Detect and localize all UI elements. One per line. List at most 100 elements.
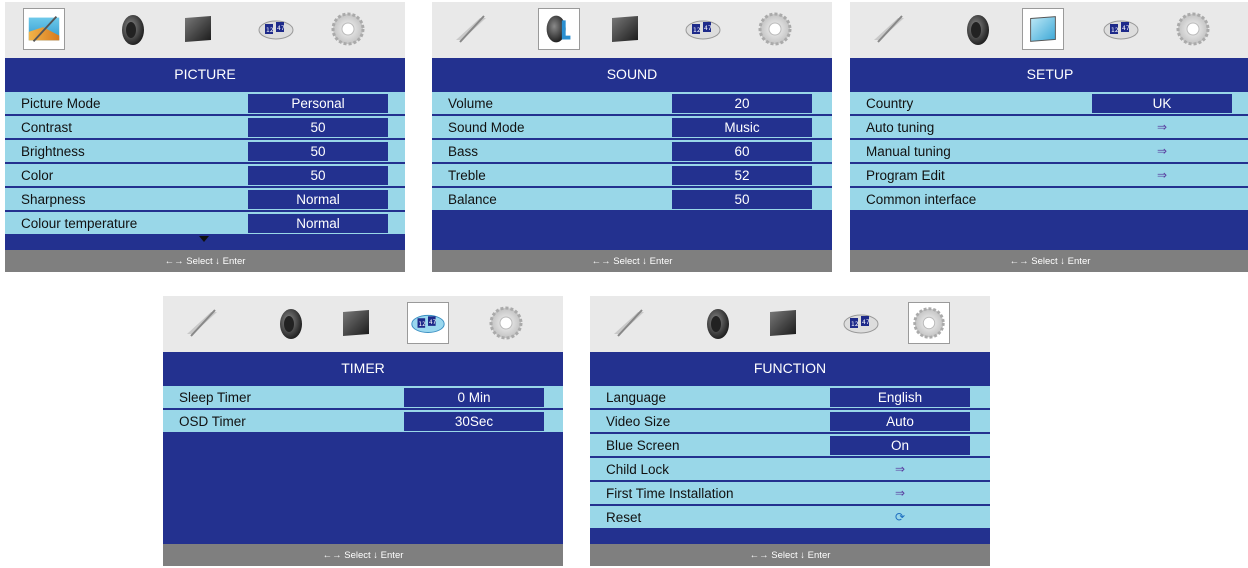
row-label: Auto tuning [866,120,935,135]
arrow-right-icon: ⇒ [894,486,906,500]
footer-hint: ←→ Select ↓ Enter [5,250,405,272]
menu-row-reset[interactable]: Reset ⟳ [590,506,990,528]
row-value: On [830,436,970,455]
timer-icon[interactable]: 12 47 [682,8,724,50]
menu-icon-bar: 12 47 [432,2,832,58]
monitor-icon[interactable] [604,8,646,50]
gear-icon[interactable] [754,8,796,50]
menu-title: SOUND [606,66,658,82]
menu-row-osd-timer[interactable]: OSD Timer 30Sec [163,410,563,432]
arrow-right-icon: ⇒ [1156,144,1168,158]
footer-hint: ←→ Select ↓ Enter [590,544,990,566]
arrow-right-icon: ⇒ [894,462,906,476]
menu-row-auto-tuning[interactable]: Auto tuning ⇒ [850,116,1248,138]
menu-title: SETUP [1026,66,1074,82]
gear-icon[interactable] [1172,8,1214,50]
monitor-icon[interactable] [335,302,377,344]
menu-row-common-interface[interactable]: Common interface [850,188,1248,210]
timer-icon[interactable]: 12 47 [840,302,882,344]
monitor-icon[interactable] [762,302,804,344]
scroll-down-indicator[interactable] [199,236,209,242]
menu-row-brightness[interactable]: Brightness 50 [5,140,405,162]
menu-row-manual-tuning[interactable]: Manual tuning ⇒ [850,140,1248,162]
footer-hint: ←→ Select ↓ Enter [432,250,832,272]
row-label: Contrast [21,120,73,135]
timer-icon[interactable]: 12 47 [1100,8,1142,50]
row-label: Picture Mode [21,96,101,111]
svg-text:47: 47 [1122,25,1130,32]
reset-icon: ⟳ [894,510,906,524]
svg-text:47: 47 [862,319,870,326]
sound-menu-panel: 12 47 SOUND Volume 20 Sound Mode Music Bass… [432,2,832,272]
menu-row-country[interactable]: Country UK [850,92,1248,114]
row-label: Child Lock [606,462,670,477]
footer-hint: ←→ Select ↓ Enter [850,250,1248,272]
row-label: Treble [448,168,486,183]
row-value: Normal [248,214,388,233]
svg-text:47: 47 [277,25,285,32]
speaker-icon[interactable] [538,8,580,50]
row-value: 52 [672,166,812,185]
speaker-icon[interactable] [111,8,153,50]
svg-text:47: 47 [704,25,712,32]
arrow-right-icon: ⇒ [1156,168,1168,182]
svg-text:47: 47 [429,320,437,326]
menu-row-treble[interactable]: Treble 52 [432,164,832,186]
menu-icon-bar: 12 47 [850,2,1248,58]
speaker-icon[interactable] [956,8,998,50]
menu-row-sound-mode[interactable]: Sound Mode Music [432,116,832,138]
menu-title: TIMER [341,360,385,376]
row-label: Brightness [21,144,85,159]
picture-icon[interactable] [181,302,223,344]
row-label: Volume [448,96,494,111]
menu-icon-bar: 12 47 [5,2,405,58]
row-label: Color [21,168,54,183]
menu-row-sharpness[interactable]: Sharpness Normal [5,188,405,210]
monitor-icon[interactable] [177,8,219,50]
svg-text:12: 12 [851,321,859,328]
row-label: Sleep Timer [179,390,252,405]
row-label: Blue Screen [606,438,680,453]
monitor-icon[interactable] [1022,8,1064,50]
menu-row-colour-temperature[interactable]: Colour temperature Normal [5,212,405,234]
menu-row-volume[interactable]: Volume 20 [432,92,832,114]
picture-icon[interactable] [608,302,650,344]
row-value: English [830,388,970,407]
row-value: 50 [672,190,812,209]
row-label: Colour temperature [21,216,138,231]
row-label: First Time Installation [606,486,734,501]
row-value: 50 [248,166,388,185]
timer-icon[interactable]: 12 47 [407,302,449,344]
gear-icon[interactable] [327,8,369,50]
svg-text:12: 12 [418,322,426,328]
menu-row-first-time-installation[interactable]: First Time Installation ⇒ [590,482,990,504]
timer-icon[interactable]: 12 47 [255,8,297,50]
menu-row-program-edit[interactable]: Program Edit ⇒ [850,164,1248,186]
picture-menu-panel: 12 47 PICTURE Picture Mode Personal Contra… [5,2,405,272]
row-label: Country [866,96,914,111]
menu-row-bass[interactable]: Bass 60 [432,140,832,162]
speaker-icon[interactable] [696,302,738,344]
menu-title: FUNCTION [753,360,827,376]
row-value: 0 Min [404,388,544,407]
row-label: Common interface [866,192,977,207]
menu-row-picture-mode[interactable]: Picture Mode Personal [5,92,405,114]
speaker-icon[interactable] [269,302,311,344]
picture-icon[interactable] [868,8,910,50]
gear-icon[interactable] [908,302,950,344]
menu-row-color[interactable]: Color 50 [5,164,405,186]
menu-row-child-lock[interactable]: Child Lock ⇒ [590,458,990,480]
menu-row-balance[interactable]: Balance 50 [432,188,832,210]
svg-text:12: 12 [1111,27,1119,34]
row-label: Program Edit [866,168,945,183]
gear-icon[interactable] [485,302,527,344]
menu-row-video-size[interactable]: Video Size Auto [590,410,990,432]
picture-icon[interactable] [23,8,65,50]
picture-icon[interactable] [450,8,492,50]
menu-row-sleep-timer[interactable]: Sleep Timer 0 Min [163,386,563,408]
row-label: Reset [606,510,642,525]
menu-row-blue-screen[interactable]: Blue Screen On [590,434,990,456]
menu-row-contrast[interactable]: Contrast 50 [5,116,405,138]
menu-row-language[interactable]: Language English [590,386,990,408]
svg-text:12: 12 [266,27,274,34]
